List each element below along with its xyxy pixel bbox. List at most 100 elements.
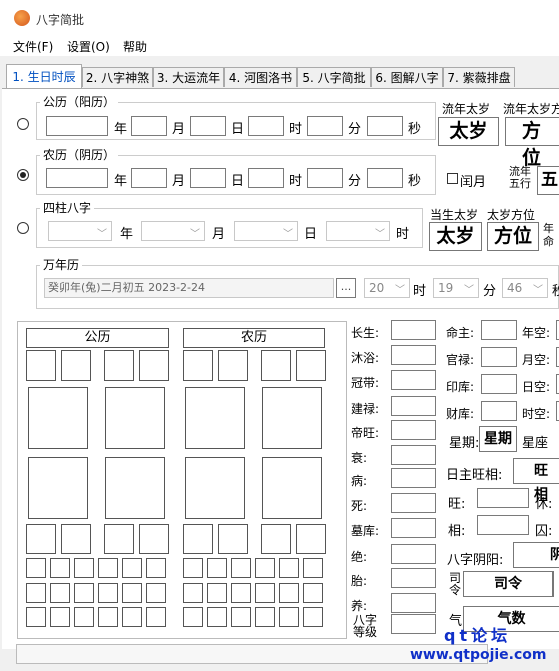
solar-year-field[interactable] bbox=[46, 116, 108, 136]
week-value[interactable]: 星期 bbox=[479, 426, 517, 452]
solar-year-label: 年 bbox=[114, 122, 128, 137]
solar-stem-box bbox=[61, 350, 91, 381]
dangsheng-taisui-button[interactable]: 太岁 bbox=[429, 222, 482, 251]
solar-month-field[interactable] bbox=[131, 116, 167, 136]
stage-field[interactable] bbox=[391, 396, 436, 416]
xiang-field[interactable] bbox=[477, 515, 529, 535]
wannianli-second-value: 46 bbox=[507, 281, 523, 295]
dangsheng-taisui-label: 当生太岁 bbox=[430, 208, 479, 222]
pillar-month-label: 月 bbox=[212, 227, 226, 242]
lunar-stem-box bbox=[218, 350, 248, 381]
solar-second-field[interactable] bbox=[367, 116, 403, 136]
tab-dayun[interactable]: 3. 大运流年 bbox=[153, 67, 224, 87]
liunian-wuxing-button[interactable]: 五 bbox=[537, 166, 559, 195]
menu-help[interactable]: 帮助 bbox=[123, 38, 147, 55]
pillar-day-select[interactable]: ﹀ bbox=[234, 221, 298, 241]
nianming-label: 年命 bbox=[543, 222, 554, 248]
stage-field[interactable] bbox=[391, 468, 436, 488]
lunar-group-label: 农历（阴历） bbox=[40, 146, 119, 163]
solar-day-field[interactable] bbox=[190, 116, 226, 136]
solar-minute-field[interactable] bbox=[307, 116, 343, 136]
solar-big-box bbox=[28, 387, 88, 449]
menu-settings[interactable]: 设置(O) bbox=[67, 38, 110, 55]
lunar-hour-field[interactable] bbox=[248, 168, 284, 188]
wang-field[interactable] bbox=[477, 488, 529, 508]
pillar-month-select[interactable]: ﹀ bbox=[141, 221, 205, 241]
lunar-big-box bbox=[262, 387, 322, 449]
stage-field[interactable] bbox=[391, 544, 436, 564]
lunar-month-field[interactable] bbox=[131, 168, 167, 188]
palace-field[interactable] bbox=[481, 347, 517, 367]
stage-field[interactable] bbox=[391, 445, 436, 465]
liunian-taisui-button[interactable]: 太岁 bbox=[438, 117, 499, 146]
stage-field[interactable] bbox=[391, 518, 436, 538]
leap-month-label: 闰月 bbox=[460, 175, 487, 190]
void-label: 月空: bbox=[522, 353, 551, 367]
lunar-branch-box bbox=[261, 524, 291, 554]
siling-value[interactable]: 司令 bbox=[463, 571, 553, 597]
solar-month-label: 月 bbox=[172, 122, 186, 137]
solar-hidden-stem-box bbox=[146, 558, 166, 578]
lunar-minute-field[interactable] bbox=[307, 168, 343, 188]
palace-field[interactable] bbox=[481, 320, 517, 340]
taisui-dir-label: 太岁方位 bbox=[487, 208, 536, 222]
tab-birth-time[interactable]: 1. 生日时辰 bbox=[6, 64, 82, 88]
solar-chart-header: 公历 bbox=[26, 328, 169, 348]
taisui-dir-button[interactable]: 方位 bbox=[487, 222, 539, 251]
wannianli-picker-button[interactable]: ... bbox=[336, 278, 356, 298]
wannianli-minute-value: 19 bbox=[438, 281, 454, 295]
void-label: 时空: bbox=[522, 407, 551, 421]
stage-field[interactable] bbox=[391, 614, 436, 634]
lunar-hidden-stem-box bbox=[207, 583, 227, 603]
solar-radio[interactable] bbox=[17, 118, 29, 130]
tab-hetu[interactable]: 4. 河图洛书 bbox=[224, 67, 297, 87]
lunar-hidden-stem-box bbox=[207, 607, 227, 627]
title-bar: 八字简批 bbox=[0, 0, 559, 34]
leap-month-checkbox[interactable] bbox=[447, 173, 458, 184]
lunar-year-field[interactable] bbox=[46, 168, 108, 188]
stage-field[interactable] bbox=[391, 345, 436, 365]
lunar-branch-box bbox=[218, 524, 248, 554]
palace-field[interactable] bbox=[481, 401, 517, 421]
stage-field[interactable] bbox=[391, 320, 436, 340]
rizhu-value[interactable]: 旺相 bbox=[513, 458, 559, 503]
wannianli-hour-select[interactable]: 20 ﹀ bbox=[364, 278, 410, 298]
lunar-big-box bbox=[185, 387, 245, 449]
stage-field[interactable] bbox=[391, 493, 436, 513]
tab-ziwei[interactable]: 7. 紫薇排盘 bbox=[443, 67, 515, 87]
stage-field[interactable] bbox=[391, 420, 436, 440]
lunar-branch-box bbox=[183, 524, 213, 554]
yinyang-value[interactable]: 阴 bbox=[513, 542, 559, 568]
stage-label: 建禄: bbox=[351, 402, 380, 416]
wannianli-minute-select[interactable]: 19 ﹀ bbox=[433, 278, 479, 298]
tab-shensha[interactable]: 2. 八字神煞 bbox=[82, 67, 153, 87]
solar-group-label: 公历（阳历） bbox=[40, 93, 119, 110]
tab-jianpi[interactable]: 5. 八字简批 bbox=[297, 67, 371, 87]
lunar-day-field[interactable] bbox=[190, 168, 226, 188]
menu-file[interactable]: 文件(F) bbox=[13, 38, 53, 55]
pillars-radio[interactable] bbox=[17, 222, 29, 234]
tab-tujie[interactable]: 6. 图解八字 bbox=[371, 67, 443, 87]
lunar-second-field[interactable] bbox=[367, 168, 403, 188]
qiu-label: 囚: bbox=[535, 524, 553, 539]
wang-label: 旺: bbox=[448, 497, 466, 512]
solar-hour-field[interactable] bbox=[248, 116, 284, 136]
wannianli-date-field[interactable]: 癸卯年(兔)二月初五 2023-2-24 bbox=[44, 278, 334, 298]
stage-field[interactable] bbox=[391, 593, 436, 613]
siling-label: 司令 bbox=[449, 571, 462, 597]
pillar-hour-select[interactable]: ﹀ bbox=[326, 221, 390, 241]
stage-label: 绝: bbox=[351, 550, 368, 564]
palace-field[interactable] bbox=[481, 374, 517, 394]
solar-second-label: 秒 bbox=[408, 122, 422, 137]
stage-field[interactable] bbox=[391, 568, 436, 588]
pillar-year-select[interactable]: ﹀ bbox=[48, 221, 112, 241]
liunian-taisui-dir-button[interactable]: 方位 bbox=[505, 117, 559, 169]
solar-hidden-stem-box bbox=[122, 607, 142, 627]
wannianli-second-select[interactable]: 46 ﹀ bbox=[502, 278, 548, 298]
solar-stem-box bbox=[139, 350, 169, 381]
stage-label: 沐浴: bbox=[351, 351, 380, 365]
stage-field[interactable] bbox=[391, 370, 436, 390]
lunar-radio[interactable] bbox=[17, 169, 29, 181]
lunar-hidden-stem-box bbox=[183, 583, 203, 603]
liunian-wuxing-label: 流年五行 bbox=[509, 165, 531, 190]
